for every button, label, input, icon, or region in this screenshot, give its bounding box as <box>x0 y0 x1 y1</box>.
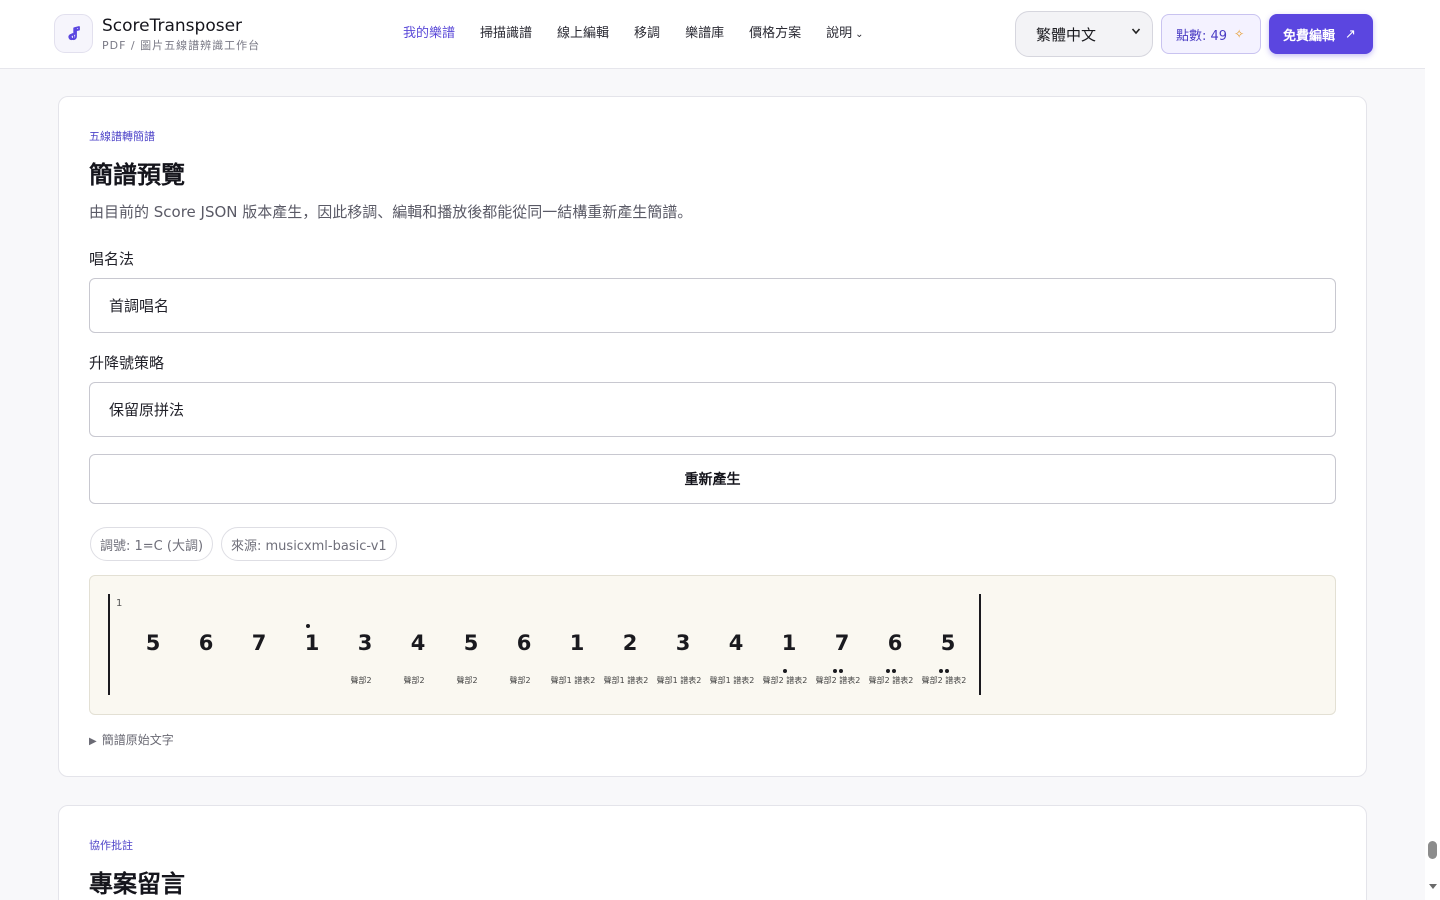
octave-dot-below <box>839 669 843 673</box>
solfege-label: 唱名法 <box>89 250 135 268</box>
music-note-icon <box>67 25 80 40</box>
card-description: 由目前的 Score JSON 版本產生，因此移調、編輯和播放後都能從同一結構重… <box>89 203 693 221</box>
jianpu-staff: 1 5 6 7 1 3 聲部2 4 聲部2 5 聲部2 6 聲部2 1 聲部1 譜表2 2 聲部1 譜表2 3 聲部… <box>108 594 981 695</box>
logo[interactable] <box>54 14 93 53</box>
note-digit: 5 <box>464 631 479 655</box>
key-chip: 調號: 1=C (大調) <box>90 527 214 561</box>
card-eyebrow: 五線譜轉簡譜 <box>89 130 155 143</box>
voice-label: 聲部2 <box>456 675 477 685</box>
voice-label: 聲部1 譜表2 <box>710 675 755 685</box>
project-comments-card: 協作批註 專案留言 <box>58 805 1367 900</box>
language-select-value: 繁體中文 <box>1036 25 1097 44</box>
page-scrollbar[interactable] <box>1425 0 1440 900</box>
octave-dot-below <box>886 669 890 673</box>
voice-label: 聲部2 譜表2 <box>816 675 861 685</box>
nav-transpose[interactable]: 移調 <box>634 24 660 45</box>
external-arrow-icon: ↗ <box>1345 26 1356 42</box>
note-digit: 4 <box>729 631 744 655</box>
octave-dot-below <box>833 669 837 673</box>
points-label: 點數: 49 <box>1176 28 1228 44</box>
voice-label: 聲部1 譜表2 <box>604 675 649 685</box>
voice-label: 聲部1 譜表2 <box>657 675 702 685</box>
octave-dot-below <box>783 669 787 673</box>
note-digit: 7 <box>252 631 267 655</box>
note-digit: 1 <box>782 631 797 655</box>
accidental-select-value: 保留原拼法 <box>109 401 185 419</box>
voice-label: 聲部2 譜表2 <box>922 675 967 685</box>
nav-online-editor[interactable]: 線上編輯 <box>557 24 609 45</box>
accidental-label: 升降號策略 <box>89 354 165 372</box>
octave-dot-below <box>939 669 943 673</box>
note-digit: 5 <box>941 631 956 655</box>
card-title: 專案留言 <box>89 870 185 898</box>
nav-pricing[interactable]: 價格方案 <box>749 24 801 45</box>
nav-score-library[interactable]: 樂譜庫 <box>685 24 724 45</box>
points-badge[interactable]: 點數: 49 ✧ <box>1161 14 1261 54</box>
solfege-select[interactable]: 首調唱名 <box>89 278 1336 333</box>
jianpu-preview-card: 五線譜轉簡譜 簡譜預覽 由目前的 Score JSON 版本產生，因此移調、編輯… <box>58 96 1367 777</box>
note-digit: 7 <box>835 631 850 655</box>
brand-name[interactable]: ScoreTransposer <box>102 16 242 36</box>
voice-label: 聲部2 <box>403 675 424 685</box>
free-edit-label: 免費編輯 <box>1283 28 1336 44</box>
voice-label: 聲部2 <box>350 675 371 685</box>
note-digit: 1 <box>570 631 585 655</box>
regenerate-button[interactable]: 重新產生 <box>89 454 1336 504</box>
jianpu-score: 1 5 6 7 1 3 聲部2 4 聲部2 5 聲部2 6 聲部2 1 聲部1 譜表2 2 聲部1 譜表2 3 聲部… <box>89 575 1336 715</box>
main-nav: 我的樂譜 掃描識譜 線上編輯 移調 樂譜庫 價格方案 說明 ⌄ <box>403 24 889 45</box>
scrollbar-thumb[interactable] <box>1428 841 1437 859</box>
nav-scan[interactable]: 掃描識譜 <box>480 24 532 45</box>
note-digit: 5 <box>146 631 161 655</box>
note-digit: 1 <box>305 631 320 655</box>
raw-text-toggle[interactable]: ▶ 簡譜原始文字 <box>89 731 174 748</box>
brand-subtitle: PDF / 圖片五線譜辨識工作台 <box>102 39 261 52</box>
nav-help[interactable]: 說明 ⌄ <box>826 24 863 45</box>
octave-dot-below <box>892 669 896 673</box>
voice-label: 聲部1 譜表2 <box>551 675 596 685</box>
voice-label: 聲部2 <box>509 675 530 685</box>
nav-my-scores[interactable]: 我的樂譜 <box>403 24 455 45</box>
free-edit-button[interactable]: 免費編輯 ↗ <box>1269 14 1373 54</box>
note-digit: 3 <box>358 631 373 655</box>
card-eyebrow: 協作批註 <box>89 839 133 852</box>
sparkle-icon: ✧ <box>1234 27 1245 41</box>
top-navigation-bar: ScoreTransposer PDF / 圖片五線譜辨識工作台 我的樂譜 掃描… <box>0 0 1425 69</box>
octave-dot-below <box>945 669 949 673</box>
note-digit: 6 <box>199 631 214 655</box>
voice-label: 聲部2 譜表2 <box>763 675 808 685</box>
note-digit: 6 <box>888 631 903 655</box>
solfege-select-value: 首調唱名 <box>109 297 170 315</box>
measure-number: 1 <box>116 598 122 609</box>
note-digit: 6 <box>517 631 532 655</box>
voice-label: 聲部2 譜表2 <box>869 675 914 685</box>
chevron-down-icon <box>1131 28 1141 35</box>
note-digit: 2 <box>623 631 638 655</box>
accidental-select[interactable]: 保留原拼法 <box>89 382 1336 437</box>
card-title: 簡譜預覽 <box>89 161 185 189</box>
nav-help-label: 說明 <box>826 26 853 41</box>
raw-text-toggle-label: 簡譜原始文字 <box>101 733 174 747</box>
source-chip: 來源: musicxml-basic-v1 <box>221 527 397 561</box>
language-select[interactable]: 繁體中文 <box>1015 11 1153 57</box>
scroll-down-arrow-icon[interactable] <box>1429 884 1437 889</box>
chevron-down-icon: ⌄ <box>855 29 864 40</box>
triangle-right-icon: ▶ <box>89 736 97 747</box>
note-digit: 3 <box>676 631 691 655</box>
note-digit: 4 <box>411 631 426 655</box>
octave-dot-above <box>306 624 310 628</box>
